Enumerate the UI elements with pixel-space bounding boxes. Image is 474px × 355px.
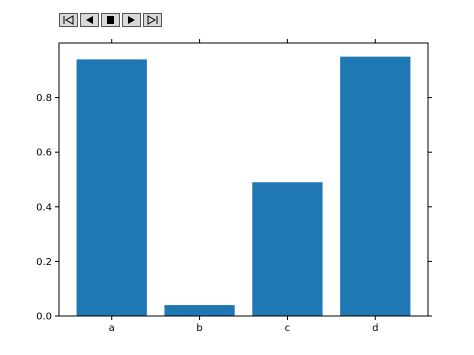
- x-tick-label-b: b: [196, 323, 202, 334]
- x-tick-label-c: c: [285, 323, 291, 334]
- y-tick-label-4: 0.8: [36, 93, 52, 104]
- bar-a: [76, 59, 147, 316]
- bar-d: [340, 56, 411, 317]
- x-tick-label-d: d: [372, 323, 378, 334]
- y-tick-label-3: 0.6: [36, 148, 52, 159]
- y-tick-label-1: 0.2: [36, 257, 52, 268]
- bar-chart: a b c d 0.0 0.2 0.4 0.6 0.8: [36, 39, 432, 334]
- bar-c: [252, 182, 323, 316]
- y-tick-label-0: 0.0: [36, 312, 52, 323]
- bar-b: [164, 305, 235, 316]
- y-tick-label-2: 0.4: [36, 202, 52, 213]
- x-tick-label-a: a: [109, 323, 115, 334]
